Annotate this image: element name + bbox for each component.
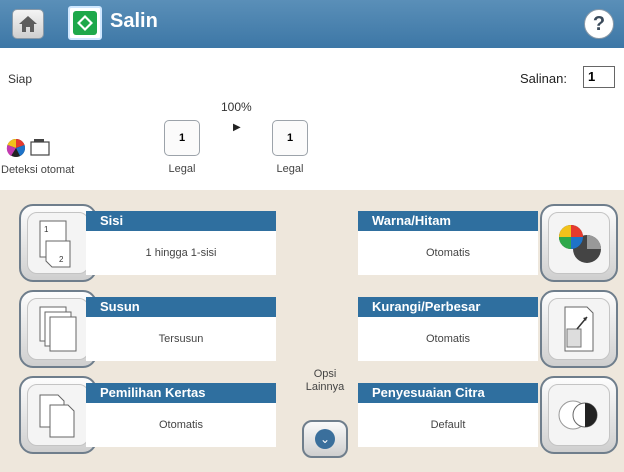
source-page: 1 (164, 120, 200, 156)
home-button[interactable] (12, 9, 44, 39)
resize-icon (564, 306, 594, 352)
color-tile[interactable]: Warna/Hitam Otomatis (0, 204, 618, 282)
chevron-down-icon: ⌄ (315, 429, 335, 449)
reduce-title: Kurangi/Perbesar (358, 297, 538, 317)
color-button[interactable] (540, 204, 618, 282)
header-bar: Salin ? (0, 0, 624, 48)
color-title: Warna/Hitam (358, 211, 538, 231)
color-detect-icon (6, 138, 50, 157)
copies-input[interactable]: 1 (583, 66, 615, 88)
auto-detect (5, 135, 55, 166)
reduce-tile[interactable]: Kurangi/Perbesar Otomatis (0, 290, 618, 368)
copy-icon (73, 11, 97, 35)
source-page-number: 1 (178, 132, 186, 144)
copies-label: Salinan: (520, 71, 567, 86)
image-value: Default (358, 403, 538, 447)
output-page-number: 1 (286, 132, 294, 144)
more-options-line2: Lainnya (305, 381, 345, 393)
source-size: Legal (168, 163, 196, 175)
output-size: Legal (276, 163, 304, 175)
status-text: Siap (8, 72, 33, 86)
help-icon: ? (592, 13, 606, 35)
color-mode-icon (559, 225, 601, 263)
image-button[interactable] (540, 376, 618, 454)
auto-detect-label: Deteksi otomat (1, 164, 75, 176)
image-title: Penyesuaian Citra (358, 383, 538, 403)
output-page: 1 (272, 120, 308, 156)
reduce-button[interactable] (540, 290, 618, 368)
more-options-button[interactable]: ⌄ (302, 420, 348, 458)
page-title: Salin (110, 10, 158, 32)
copy-app-icon (68, 6, 102, 40)
zoom-level: 100% (221, 100, 252, 114)
arrow-right-icon: ▶ (233, 122, 241, 133)
more-options-label: Opsi Lainnya (300, 368, 350, 394)
home-icon (19, 16, 37, 32)
color-value: Otomatis (358, 231, 538, 275)
image-adjust-icon (558, 400, 598, 430)
reduce-value: Otomatis (358, 317, 538, 361)
help-button[interactable]: ? (584, 9, 614, 39)
image-tile[interactable]: Penyesuaian Citra Default (0, 376, 618, 454)
more-options-line1: Opsi (313, 368, 337, 380)
